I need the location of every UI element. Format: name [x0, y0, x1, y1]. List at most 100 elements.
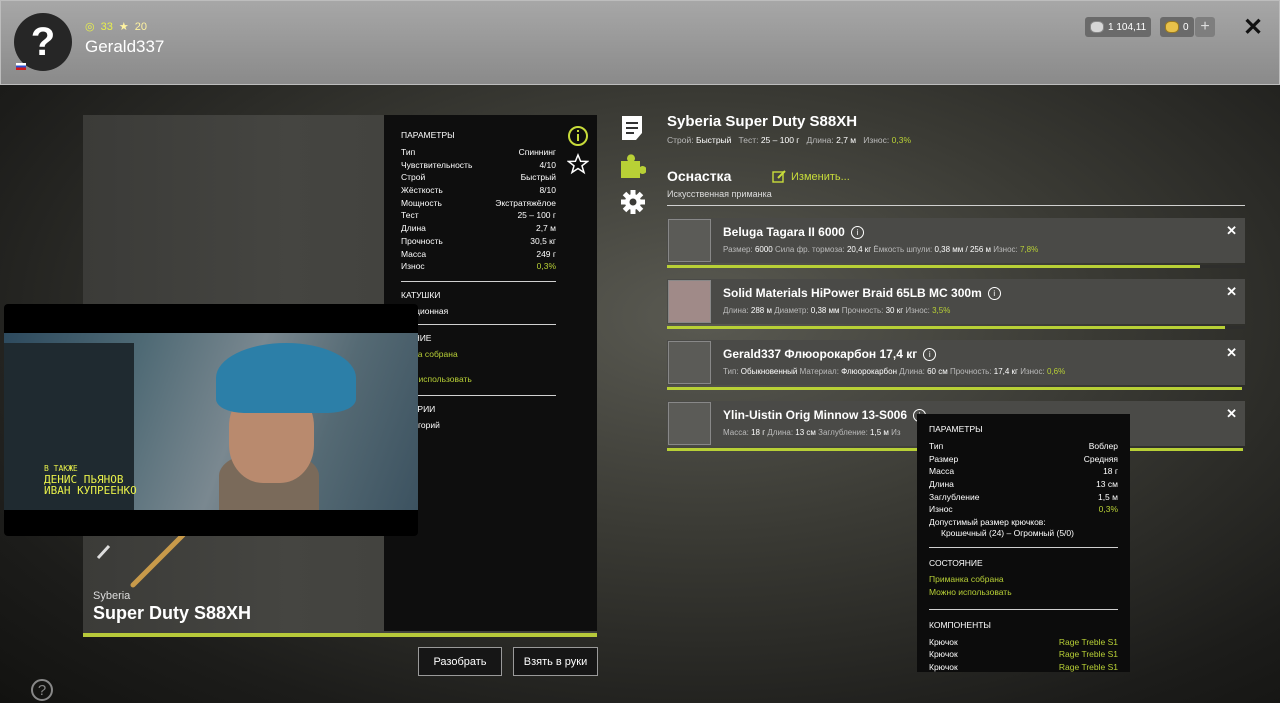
state-line: жно использовать: [401, 374, 472, 385]
disassemble-button[interactable]: Разобрать: [418, 647, 502, 676]
reels-value: нерционная: [401, 305, 449, 316]
param-value: 18 г: [1103, 466, 1118, 477]
param-row: Чувствительность 4/10: [401, 159, 556, 172]
param-value: Спиннинг: [518, 147, 556, 157]
star-favorite-icon[interactable]: [567, 153, 589, 175]
param-key: Заглубление: [929, 491, 980, 502]
silver-balance: 1 104,11: [1085, 17, 1152, 37]
remove-item-button[interactable]: ✕: [1226, 223, 1237, 239]
close-button[interactable]: ✕: [1243, 13, 1263, 42]
param-key: Тест: [401, 210, 419, 221]
help-icon[interactable]: ?: [31, 679, 53, 701]
tackle-name: Gerald337 Флюорокарбон 17,4 кг i: [723, 347, 937, 362]
hook-size-value: Крошечный (24) – Огромный (5/0): [941, 528, 1074, 539]
component-name: Rage Treble S1: [1058, 661, 1118, 672]
param-value: 249 г: [536, 248, 556, 259]
param-row: Строй Быстрый: [401, 171, 556, 184]
info-icon[interactable]: i: [850, 226, 864, 240]
wear-bar-fill: [667, 326, 1225, 329]
tackle-item[interactable]: Gerald337 Флюорокарбон 17,4 кг i Тип: Обык…: [667, 340, 1245, 385]
tackle-thumbnail: [668, 219, 711, 262]
tackle-details: Размер: 6000 Сила фр. тормоза: 20,4 кг Ё…: [723, 245, 1039, 254]
document-icon[interactable]: [620, 115, 644, 141]
param-value: 30,5 кг: [530, 235, 556, 246]
param-row: Длина 13 см: [929, 478, 1118, 491]
credit-line: ИВАН КУПРЕЕНКО: [44, 484, 137, 497]
rod-brand: Syberia: [93, 590, 131, 602]
username: Gerald337: [85, 37, 165, 56]
remove-item-button[interactable]: ✕: [1226, 406, 1237, 422]
component-row: Крючок Rage Treble S1: [929, 636, 1118, 649]
param-row: Износ 0,3%: [929, 503, 1118, 516]
param-key: Размер: [929, 453, 959, 464]
param-row: Размер Средняя: [929, 453, 1118, 466]
tackle-details: Длина: 288 м Диаметр: 0,38 мм Прочность:…: [723, 306, 951, 315]
change-label: Изменить...: [791, 170, 850, 183]
tackle-item[interactable]: Solid Materials HiPower Braid 65LB MC 30…: [667, 279, 1245, 324]
param-value: 4/10: [539, 159, 556, 170]
gold-balance: 0: [1160, 17, 1194, 37]
player-stats: ◎ 33 ★ 20: [85, 20, 147, 34]
param-row: Длина 2,7 м: [401, 222, 556, 235]
param-value: 25 – 100 г: [517, 210, 556, 221]
divider: [401, 280, 556, 282]
take-in-hands-button[interactable]: Взять в руки: [513, 647, 598, 676]
param-key: Тип: [929, 441, 944, 451]
divider: [401, 323, 556, 325]
param-key: Мощность: [401, 197, 442, 208]
puzzle-icon[interactable]: [620, 153, 646, 179]
param-value: 0,3%: [1098, 504, 1118, 515]
remove-item-button[interactable]: ✕: [1226, 284, 1237, 300]
change-tackle-button[interactable]: Изменить...: [772, 170, 850, 183]
tooltip-params-list: Тип Воблер Размер Средняя Масса 18 г Длина 13 с…: [929, 440, 1118, 516]
gold-coin-icon: [1165, 21, 1179, 33]
component-row: Крючок Rage Treble S1: [929, 661, 1118, 674]
tooltip-components-list: Крючок Rage Treble S1 Крючок Rage Treble S1…: [929, 636, 1118, 674]
param-row: Мощность Экстратяжёлое: [401, 197, 556, 210]
tackle-item[interactable]: Beluga Tagara II 6000 i Размер: 6000 Сила …: [667, 218, 1245, 263]
param-value: Быстрый: [520, 172, 556, 183]
wrench-icon: [96, 544, 111, 560]
info-icon[interactable]: [567, 125, 589, 147]
silver-coin-icon: [1090, 21, 1104, 33]
gold-value: 0: [1183, 21, 1189, 33]
params-title: ПАРАМЕТРЫ: [401, 130, 455, 140]
state-line: Приманка собрана: [929, 574, 1004, 585]
param-value: 1,5 м: [1097, 491, 1118, 502]
video-overlay[interactable]: В ТАКЖЕ ДЕНИС ПЬЯНОВ ИВАН КУПРЕЕНКО: [4, 304, 418, 536]
param-value: 0,3%: [536, 261, 556, 272]
param-row: Тест 25 – 100 г: [401, 209, 556, 222]
question-icon: ?: [30, 19, 56, 64]
param-key: Длина: [929, 479, 954, 490]
categories-value: категорий: [401, 419, 440, 430]
categories-title: ЕГОРИИ: [401, 403, 436, 414]
hook-size-label: Допустимый размер крючков:: [929, 517, 1046, 528]
param-row: Жёсткость 8/10: [401, 184, 556, 197]
remove-item-button[interactable]: ✕: [1226, 345, 1237, 361]
divider: [667, 205, 1245, 206]
param-key: Масса: [929, 466, 955, 477]
param-key: Жёсткость: [401, 185, 443, 196]
wear-bar-fill: [667, 387, 1242, 390]
param-value: Воблер: [1088, 441, 1118, 451]
video-credits: В ТАКЖЕ ДЕНИС ПЬЯНОВ ИВАН КУПРЕЕНКО: [44, 463, 137, 496]
side-tabs: [620, 115, 646, 215]
info-icon[interactable]: i: [923, 348, 937, 362]
param-row: Тип Воблер: [929, 440, 1118, 453]
param-value: 13 см: [1096, 479, 1118, 490]
info-icon[interactable]: i: [987, 287, 1001, 301]
tackle-name: Solid Materials HiPower Braid 65LB MC 30…: [723, 286, 1001, 301]
state-line: Можно использовать: [929, 586, 1012, 597]
gear-icon[interactable]: [620, 189, 646, 215]
rod-summary: Строй: Быстрый Тест: 25 – 100 г Длина: 2…: [667, 135, 912, 145]
stat-level: 33: [100, 20, 113, 33]
bait-type: Искусственная приманка: [667, 189, 772, 199]
component-type: Крючок: [929, 636, 958, 647]
silver-value: 1 104,11: [1108, 21, 1147, 33]
param-row: Износ 0,3%: [401, 260, 556, 273]
add-gold-button[interactable]: +: [1195, 17, 1215, 37]
divider: [401, 394, 556, 396]
param-key: Износ: [929, 504, 953, 515]
wear-bar: [667, 326, 1245, 329]
video-frame: В ТАКЖЕ ДЕНИС ПЬЯНОВ ИВАН КУПРЕЕНКО: [4, 333, 418, 510]
